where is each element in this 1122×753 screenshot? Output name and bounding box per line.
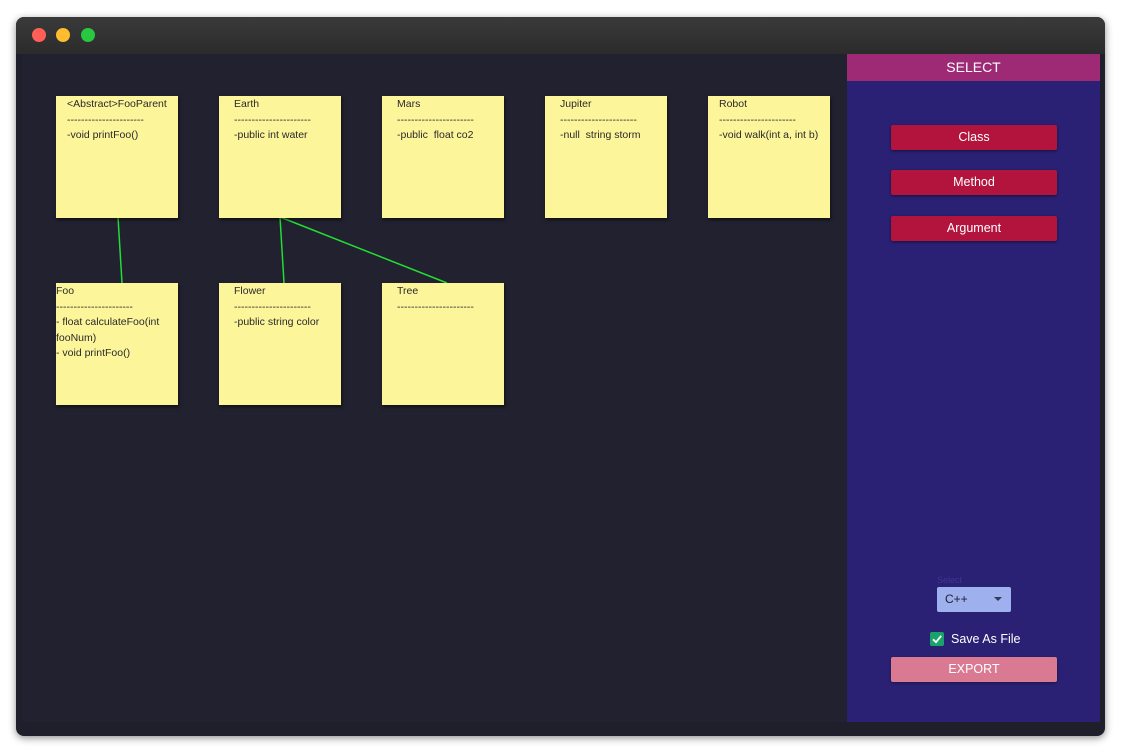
class-separator: ---------------------- [234, 300, 311, 313]
class-member: -public int water [234, 129, 308, 141]
class-title: Robot [719, 98, 748, 110]
class-member: - float calculateFoo(int [56, 316, 160, 328]
save-as-file-checkbox[interactable] [930, 632, 944, 646]
class-note-jupiter[interactable]: Jupiter ---------------------- -null strin… [545, 96, 667, 218]
class-title: Tree [397, 285, 419, 297]
language-select[interactable]: C++ [937, 587, 1011, 612]
language-select-label: Select [937, 575, 963, 585]
class-note-fooparent[interactable]: <Abstract>FooParent ---------------------… [56, 96, 178, 218]
language-select-value: C++ [945, 592, 968, 606]
class-note-foo[interactable]: Foo ---------------------- - float calcula… [56, 283, 178, 405]
add-argument-button[interactable]: Argument [891, 216, 1057, 241]
link-earth-flower [279, 216, 285, 284]
save-as-file-label: Save As File [951, 632, 1021, 646]
class-separator: ---------------------- [397, 113, 474, 126]
add-class-button[interactable]: Class [891, 125, 1057, 150]
class-member: - void printFoo() [56, 347, 131, 359]
class-separator: ---------------------- [67, 113, 144, 126]
class-member: -void walk(int a, int b) [719, 129, 819, 141]
checkmark-icon [932, 635, 942, 644]
diagram-canvas[interactable]: <Abstract>FooParent ---------------------… [22, 54, 847, 722]
close-window-icon[interactable] [32, 28, 46, 42]
class-member: -public string color [234, 316, 320, 328]
class-title: Foo [56, 285, 75, 297]
class-note-tree[interactable]: Tree ---------------------- [382, 283, 504, 405]
class-title: Mars [397, 98, 421, 110]
class-note-robot[interactable]: Robot ---------------------- -void walk(in… [708, 96, 830, 218]
class-member: -void printFoo() [67, 129, 139, 141]
class-member: fooNum) [56, 331, 97, 344]
add-method-button[interactable]: Method [891, 170, 1057, 195]
class-member: -null string storm [560, 129, 641, 141]
link-earth-tree [279, 216, 448, 284]
export-button[interactable]: EXPORT [891, 657, 1057, 682]
class-title: Jupiter [560, 98, 592, 110]
class-note-earth[interactable]: Earth ---------------------- -public int w… [219, 96, 341, 218]
chevron-down-icon [994, 597, 1002, 601]
title-bar [16, 17, 1105, 54]
class-separator: ---------------------- [560, 113, 637, 126]
class-separator: ---------------------- [56, 300, 133, 313]
class-note-flower[interactable]: Flower ---------------------- -public stri… [219, 283, 341, 405]
class-separator: ---------------------- [234, 113, 311, 126]
class-note-mars[interactable]: Mars ---------------------- -public float … [382, 96, 504, 218]
class-separator: ---------------------- [397, 300, 474, 313]
minimize-window-icon[interactable] [56, 28, 70, 42]
class-separator: ---------------------- [719, 113, 796, 126]
class-title: Earth [234, 98, 260, 110]
panel-title: SELECT [847, 54, 1100, 81]
select-panel: SELECT Class Method Argument Select C++ … [847, 54, 1100, 722]
class-title: Flower [234, 285, 266, 297]
link-fooparent-foo [117, 216, 123, 284]
app-window: <Abstract>FooParent ---------------------… [16, 17, 1105, 736]
zoom-window-icon[interactable] [81, 28, 95, 42]
class-title: <Abstract>FooParent [67, 98, 167, 110]
class-member: -public float co2 [397, 129, 474, 141]
